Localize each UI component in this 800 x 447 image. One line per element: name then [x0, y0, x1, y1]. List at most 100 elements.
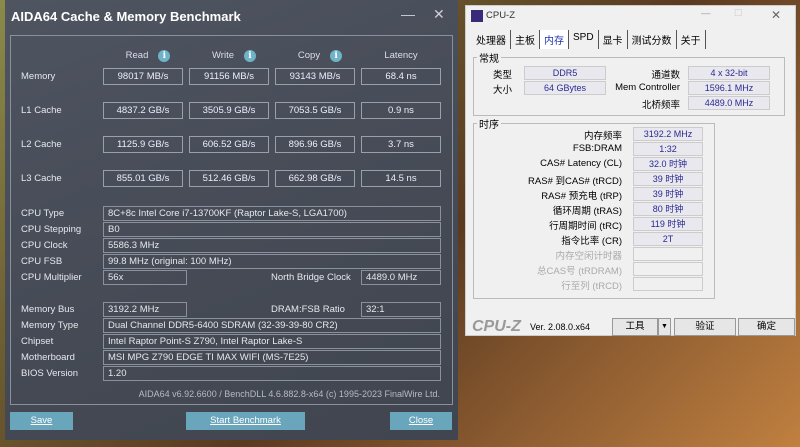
memory-type-value: Dual Channel DDR5-6400 SDRAM (32-39-39-8…: [103, 318, 441, 333]
result-cell: 91156 MB/s: [189, 68, 269, 85]
tab-2[interactable]: 内存: [540, 30, 569, 49]
dram-fsb-ratio-value: 32:1: [361, 302, 441, 317]
chipset-value: Intel Raptor Point-S Z790, Intel Raptor …: [103, 334, 441, 349]
tools-button[interactable]: 工具: [612, 318, 658, 336]
result-cell: 4837.2 GB/s: [103, 102, 183, 119]
general-group-label: 常规: [477, 50, 501, 65]
aida64-window: AIDA64 Cache & Memory Benchmark — ✕ Read…: [5, 0, 458, 440]
version-label: Ver. 2.08.0.x64: [530, 322, 591, 332]
timing-label: 行周期时间 (tRC): [549, 221, 622, 232]
ok-button[interactable]: 确定: [738, 318, 795, 336]
minimize-button[interactable]: —: [701, 8, 711, 19]
header-latency: Latency: [384, 50, 418, 61]
result-cell: 68.4 ns: [361, 68, 441, 85]
northbridge-value: 4489.0 MHz: [688, 96, 770, 110]
nb-clock-label: North Bridge Clock: [271, 272, 351, 283]
cpu-multiplier-label: CPU Multiplier: [21, 272, 82, 283]
timing-value: [633, 247, 703, 261]
header-write: Write i: [194, 50, 274, 62]
type-label: 类型: [492, 70, 512, 81]
timing-label: 行至列 (tRCD): [561, 281, 622, 292]
timing-value: 80 时钟: [633, 202, 703, 216]
timing-label: 指令比率 (CR): [561, 236, 622, 247]
result-cell: 0.9 ns: [361, 102, 441, 119]
timing-value: [633, 262, 703, 276]
channels-label: 通道数: [651, 70, 680, 81]
result-cell: 896.96 GB/s: [275, 136, 355, 153]
tab-0[interactable]: 处理器: [472, 30, 511, 49]
result-cell: 3505.9 GB/s: [189, 102, 269, 119]
cpuz-app-icon: [471, 10, 483, 22]
info-icon[interactable]: i: [244, 50, 256, 62]
memory-bus-value: 3192.2 MHz: [103, 302, 187, 317]
cpu-type-value: 8C+8c Intel Core i7-13700KF (Raptor Lake…: [103, 206, 441, 221]
row-label: L1 Cache: [21, 105, 62, 116]
start-benchmark-button[interactable]: Start Benchmark: [186, 412, 305, 430]
cpu-type-label: CPU Type: [21, 208, 65, 219]
timing-value: 3192.2 MHz: [633, 127, 703, 141]
channels-value: 4 x 32-bit: [688, 66, 770, 80]
maximize-button[interactable]: ☐: [734, 8, 743, 19]
timing-label: CAS# Latency (CL): [540, 158, 622, 169]
tab-4[interactable]: 显卡: [599, 30, 628, 49]
memory-bus-label: Memory Bus: [21, 304, 75, 315]
close-window-button[interactable]: ✕: [433, 6, 445, 23]
window-title: AIDA64 Cache & Memory Benchmark: [11, 9, 241, 24]
timing-value: 32.0 时钟: [633, 157, 703, 171]
cpuz-title: CPU-Z: [486, 10, 516, 21]
cpu-clock-value: 5586.3 MHz: [103, 238, 441, 253]
result-cell: 98017 MB/s: [103, 68, 183, 85]
nb-clock-value: 4489.0 MHz: [361, 270, 441, 285]
info-icon[interactable]: i: [158, 50, 171, 62]
cpuz-window: CPU-Z — ☐ ✕ 处理器 主板 内存 SPD 显卡 测试分数 关于 常规 类型 DDR…: [465, 5, 796, 336]
header-copy: Copy i: [280, 50, 360, 62]
row-label: Memory: [21, 71, 56, 82]
footer-text: AIDA64 v6.92.6600 / BenchDLL 4.6.882.8-x…: [138, 389, 440, 399]
cpu-fsb-value: 99.8 MHz (original: 100 MHz): [103, 254, 441, 269]
timing-value: 39 时钟: [633, 187, 703, 201]
save-button[interactable]: Save: [10, 412, 73, 430]
tools-dropdown-arrow[interactable]: ▼: [658, 318, 671, 336]
timing-label: FSB:DRAM: [572, 143, 622, 154]
row-label: L3 Cache: [21, 173, 62, 184]
tab-5[interactable]: 测试分数: [628, 30, 677, 49]
tab-6[interactable]: 关于: [677, 30, 706, 49]
bios-label: BIOS Version: [21, 368, 79, 379]
timing-label: RAS# 预充电 (tRP): [541, 191, 622, 202]
timing-label: 循环周期 (tRAS): [552, 206, 622, 217]
timing-value: 39 时钟: [633, 172, 703, 186]
timing-label: 内存频率: [583, 131, 622, 142]
memory-type-label: Memory Type: [21, 320, 79, 331]
timing-label: 总CAS号 (tRDRAM): [537, 266, 622, 277]
motherboard-value: MSI MPG Z790 EDGE TI MAX WIFI (MS-7E25): [103, 350, 441, 365]
northbridge-label: 北桥频率: [641, 100, 680, 111]
result-cell: 662.98 GB/s: [275, 170, 355, 187]
result-cell: 1125.9 GB/s: [103, 136, 183, 153]
info-icon[interactable]: i: [330, 50, 343, 62]
close-window-button[interactable]: ✕: [771, 8, 781, 22]
mem-controller-label: Mem Controller: [615, 82, 680, 93]
tab-1[interactable]: 主板: [511, 30, 540, 49]
result-cell: 3.7 ns: [361, 136, 441, 153]
motherboard-label: Motherboard: [21, 352, 75, 363]
timing-label: RAS# 到CAS# (tRCD): [528, 176, 622, 187]
cpu-stepping-value: B0: [103, 222, 441, 237]
row-label: L2 Cache: [21, 139, 62, 150]
cpuz-logo: CPU-Z: [472, 318, 521, 335]
result-cell: 7053.5 GB/s: [275, 102, 355, 119]
cpu-fsb-label: CPU FSB: [21, 256, 63, 267]
header-read: Read i: [108, 50, 188, 62]
tab-bar: 处理器 主板 内存 SPD 显卡 测试分数 关于: [472, 30, 706, 49]
close-button[interactable]: Close: [390, 412, 452, 430]
cpu-multiplier-value: 56x: [103, 270, 187, 285]
result-cell: 855.01 GB/s: [103, 170, 183, 187]
result-cell: 606.52 GB/s: [189, 136, 269, 153]
cpu-stepping-label: CPU Stepping: [21, 224, 82, 235]
validate-button[interactable]: 验证: [674, 318, 736, 336]
minimize-button[interactable]: —: [401, 6, 415, 22]
tab-3[interactable]: SPD: [569, 30, 599, 49]
size-value: 64 GBytes: [524, 81, 606, 95]
timing-label: 内存空闲计时器: [555, 251, 622, 262]
type-value: DDR5: [524, 66, 606, 80]
chipset-label: Chipset: [21, 336, 54, 347]
